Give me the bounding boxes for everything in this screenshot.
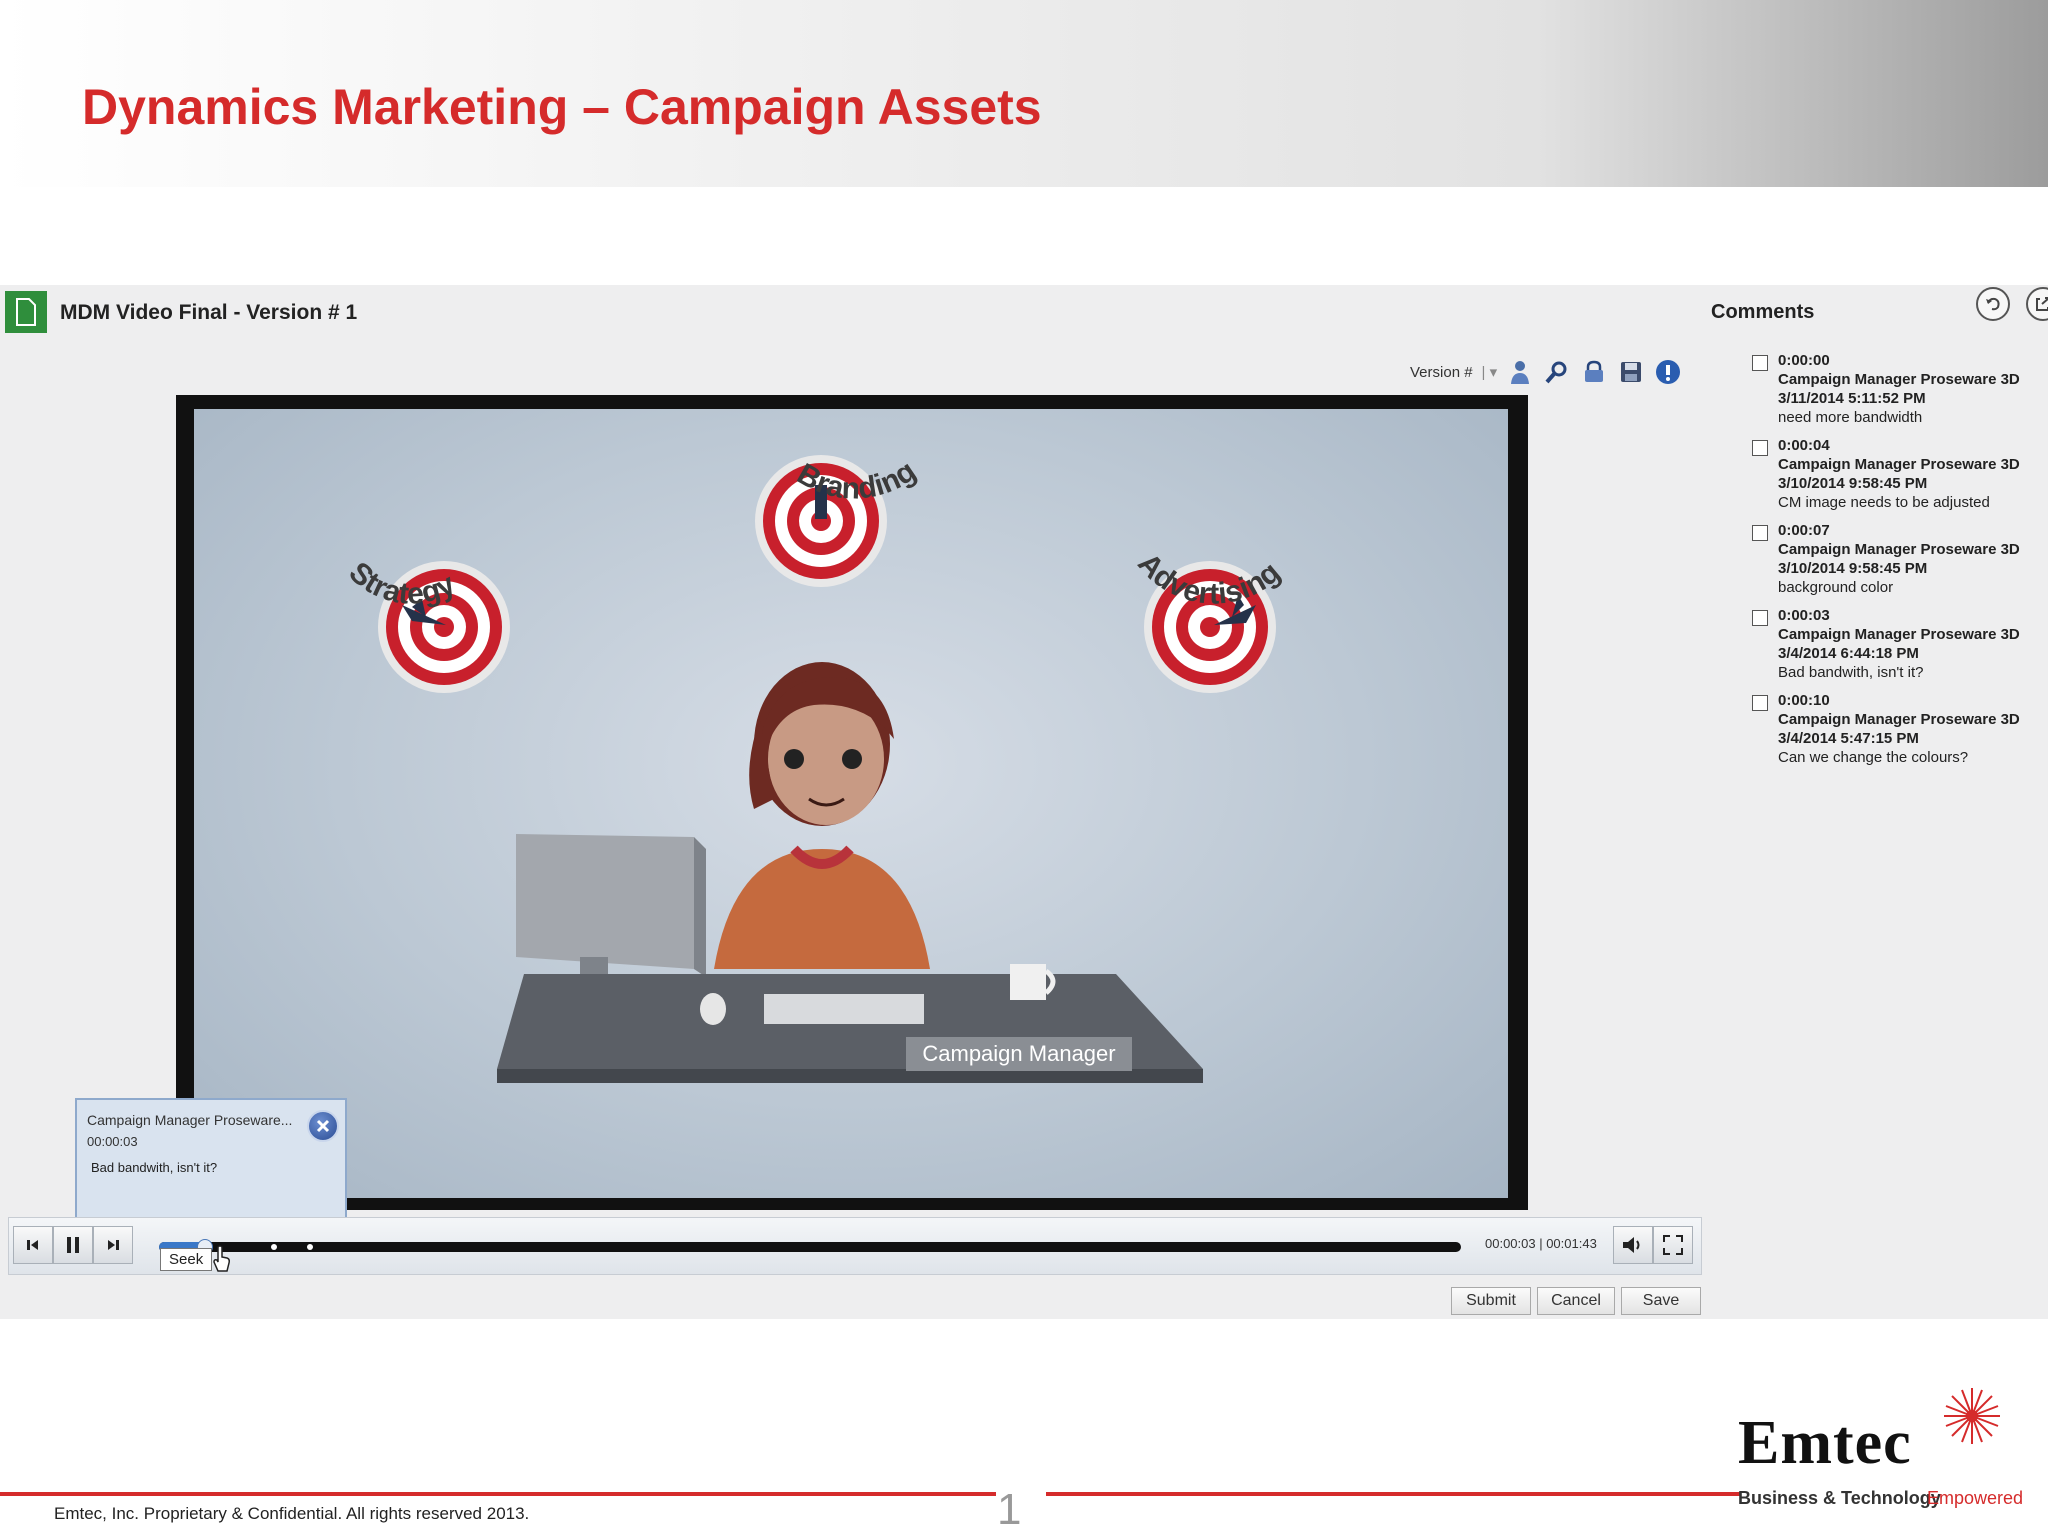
seek-bar[interactable] — [159, 1239, 1461, 1255]
campaign-manager-character — [714, 662, 930, 969]
logo-burst-icon — [1944, 1388, 2000, 1444]
fullscreen-button[interactable] — [1653, 1226, 1693, 1264]
pause-button[interactable] — [53, 1226, 93, 1264]
save-button[interactable]: Save — [1621, 1287, 1701, 1315]
footer-copyright: Emtec, Inc. Proprietary & Confidential. … — [54, 1504, 530, 1523]
footer-rule — [1046, 1492, 1741, 1496]
comment-time: 0:00:07 — [1778, 522, 1830, 539]
comment-author: Campaign Manager Proseware 3D — [1778, 626, 2020, 643]
version-select[interactable]: | ▾ — [1482, 363, 1498, 381]
asset-viewer: MDM Video Final - Version # 1 Version # … — [0, 285, 2048, 1319]
comment-date: 3/10/2014 9:58:45 PM — [1778, 560, 1928, 577]
comment-author: Campaign Manager Proseware 3D — [1778, 711, 2020, 728]
fullscreen-icon — [1663, 1235, 1683, 1255]
comment-author: Campaign Manager Proseware 3D — [1778, 456, 2020, 473]
back-icon[interactable] — [1976, 287, 2010, 321]
comment-checkbox[interactable] — [1752, 355, 1768, 371]
comment-checkbox[interactable] — [1752, 695, 1768, 711]
comment-list: 0:00:00 Campaign Manager Proseware 3D 3/… — [1752, 351, 2048, 776]
video-player[interactable]: Strategy Branding Advertising Campaign M… — [194, 409, 1508, 1198]
version-label: Version # — [1410, 363, 1473, 381]
comment-date: 3/11/2014 5:11:52 PM — [1778, 390, 1926, 407]
page-number: 1 — [997, 1485, 1022, 1534]
comment-text: Can we change the colours? — [1778, 749, 1969, 766]
footer-rule — [0, 1492, 996, 1496]
comment-date: 3/4/2014 6:44:18 PM — [1778, 645, 1919, 662]
comment-item: 0:00:00 Campaign Manager Proseware 3D 3/… — [1752, 351, 2048, 436]
logo-tagline: Business & Technology — [1738, 1488, 1941, 1508]
submit-button[interactable]: Submit — [1451, 1287, 1531, 1315]
export-icon[interactable] — [2026, 287, 2048, 321]
save-icon[interactable] — [1617, 358, 1645, 386]
campaign-manager-label: Campaign Manager — [922, 1041, 1115, 1066]
popup-author: Campaign Manager Proseware... — [87, 1112, 293, 1128]
cancel-button[interactable]: Cancel — [1537, 1287, 1615, 1315]
logo-tagline-accent: Empowered — [1927, 1488, 2024, 1508]
comment-text: need more bandwidth — [1778, 409, 1923, 426]
comment-date: 3/10/2014 9:58:45 PM — [1778, 475, 1928, 492]
comment-text: background color — [1778, 579, 1894, 596]
comment-author: Campaign Manager Proseware 3D — [1778, 371, 2020, 388]
comment-marker[interactable] — [271, 1244, 277, 1250]
comment-time: 0:00:00 — [1778, 352, 1830, 369]
comment-checkbox[interactable] — [1752, 440, 1768, 456]
comment-text: CM image needs to be adjusted — [1778, 494, 1990, 511]
next-button[interactable] — [93, 1226, 133, 1264]
previous-button[interactable] — [13, 1226, 53, 1264]
comment-time: 0:00:04 — [1778, 437, 1830, 454]
slide-title: Dynamics Marketing – Campaign Assets — [82, 79, 1042, 135]
asset-title: MDM Video Final - Version # 1 — [60, 301, 358, 324]
comment-time: 0:00:03 — [1778, 607, 1830, 624]
skip-back-icon — [27, 1240, 38, 1250]
comment-author: Campaign Manager Proseware 3D — [1778, 541, 2020, 558]
comment-text: Bad bandwith, isn't it? — [1778, 664, 1924, 681]
document-icon — [5, 291, 47, 333]
comment-item: 0:00:03 Campaign Manager Proseware 3D 3/… — [1752, 606, 2048, 691]
comment-marker[interactable] — [307, 1244, 313, 1250]
search-icon[interactable] — [1543, 358, 1571, 386]
lock-icon[interactable] — [1580, 358, 1608, 386]
popup-time: 00:00:03 — [87, 1134, 138, 1149]
comment-item: 0:00:07 Campaign Manager Proseware 3D 3/… — [1752, 521, 2048, 606]
comment-item: 0:00:04 Campaign Manager Proseware 3D 3/… — [1752, 436, 2048, 521]
comment-item: 0:00:10 Campaign Manager Proseware 3D 3/… — [1752, 691, 2048, 776]
volume-button[interactable] — [1613, 1226, 1653, 1264]
seek-tooltip: Seek — [160, 1248, 213, 1271]
hand-cursor-icon — [213, 1245, 230, 1272]
skip-forward-icon — [108, 1240, 119, 1250]
comment-popup: Campaign Manager Proseware... 00:00:03 B… — [75, 1098, 347, 1224]
video-controls: 00:00:03 | 00:01:43 — [8, 1217, 1702, 1275]
comment-checkbox[interactable] — [1752, 610, 1768, 626]
video-toolbar: Version # | ▾ — [1410, 357, 1682, 387]
time-display: 00:00:03 | 00:01:43 — [1485, 1236, 1597, 1251]
emtec-logo: Emtec — [1738, 1409, 1912, 1477]
volume-icon — [1623, 1237, 1640, 1253]
comment-time: 0:00:10 — [1778, 692, 1830, 709]
user-icon[interactable] — [1506, 358, 1534, 386]
popup-comment: Bad bandwith, isn't it? — [91, 1160, 218, 1175]
info-icon[interactable] — [1654, 358, 1682, 386]
comment-date: 3/4/2014 5:47:15 PM — [1778, 730, 1919, 747]
comments-heading: Comments — [1711, 301, 1815, 323]
close-icon[interactable] — [307, 1110, 339, 1142]
pause-icon — [67, 1237, 79, 1253]
comment-checkbox[interactable] — [1752, 525, 1768, 541]
